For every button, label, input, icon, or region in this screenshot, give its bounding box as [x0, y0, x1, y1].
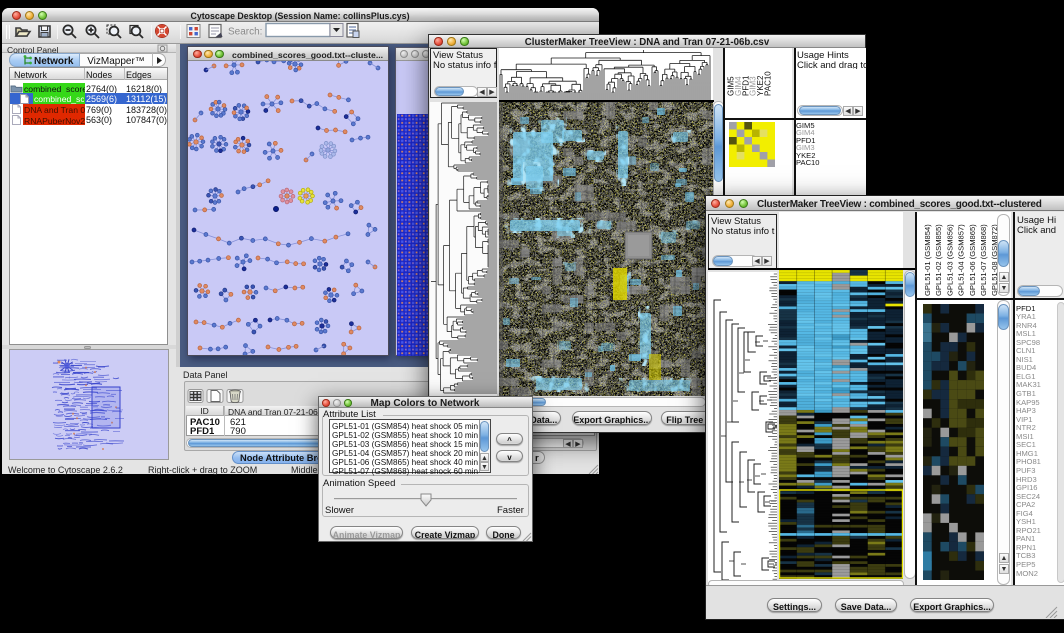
svg-text:GPL51-04 (GSM857): GPL51-04 (GSM857) — [957, 224, 966, 296]
svg-text:GPL51-03 (GSM856): GPL51-03 (GSM856) — [945, 224, 954, 296]
svg-text:Search:: Search: — [228, 27, 262, 38]
svg-text:GPL51-01 (GSM854): GPL51-01 (GSM854) — [923, 224, 932, 296]
svg-text:GPL51-07 (GSM868): GPL51-07 (GSM868) — [979, 224, 988, 296]
svg-text:GPL51-02 (GSM855): GPL51-02 (GSM855) — [934, 224, 943, 296]
svg-text:PAC10: PAC10 — [764, 71, 773, 96]
svg-text:GPL51-06 (GSM865): GPL51-06 (GSM865) — [968, 224, 977, 296]
